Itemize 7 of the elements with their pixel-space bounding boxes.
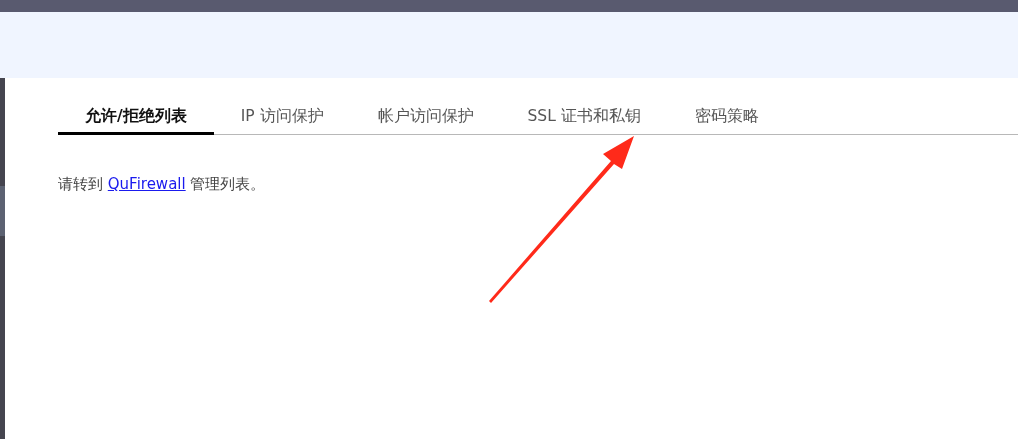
- qufirewall-link[interactable]: QuFirewall: [107, 175, 186, 193]
- tab[interactable]: SSL 证书和私钥: [500, 100, 668, 135]
- instruction-text: 请转到 QuFirewall 管理列表。: [58, 175, 267, 194]
- tab[interactable]: IP 访问保护: [213, 100, 351, 135]
- tab[interactable]: 允许/拒绝列表: [58, 100, 214, 135]
- tab[interactable]: 密码策略: [667, 100, 786, 135]
- tab[interactable]: 帐户访问保护: [350, 100, 501, 135]
